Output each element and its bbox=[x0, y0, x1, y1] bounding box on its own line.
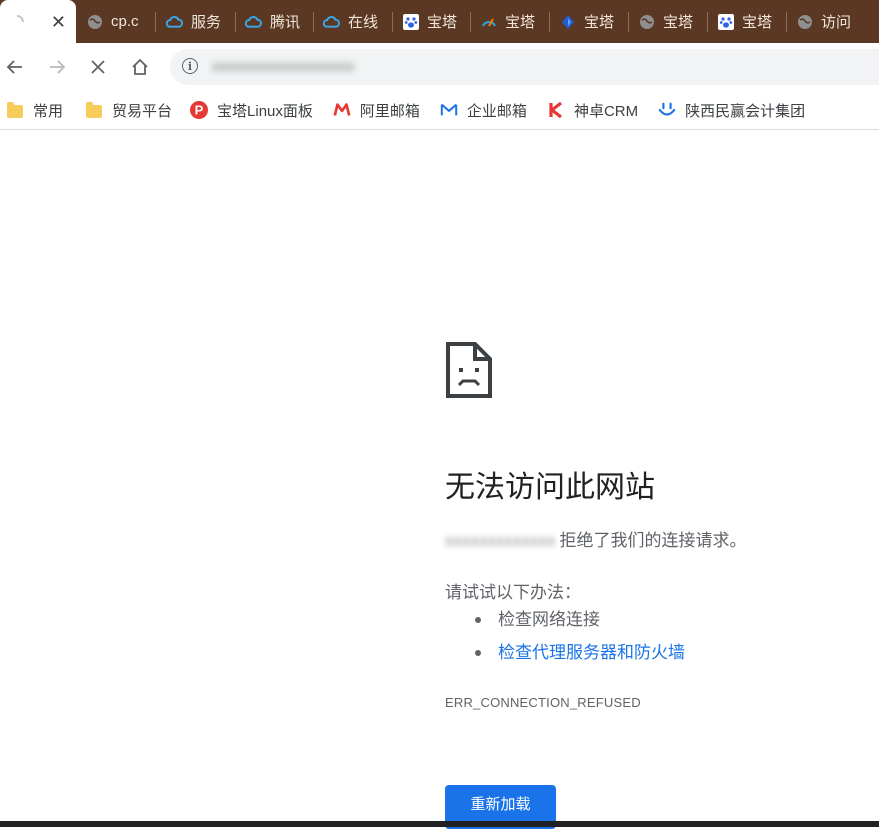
baidu-paw-icon bbox=[717, 13, 734, 30]
cloud-icon bbox=[166, 13, 183, 30]
address-url[interactable]: xxxxxxxxxxxxxxxxxxx bbox=[212, 57, 355, 77]
bt-panel-icon: P bbox=[190, 101, 209, 119]
bookmark-folder-trade[interactable]: 贸易平台 bbox=[77, 96, 180, 124]
arrow-left-icon bbox=[6, 60, 22, 74]
bookmark-crm[interactable]: 神卓CRM bbox=[539, 96, 646, 124]
bookmark-accounting-group[interactable]: 陕西民赢会计集团 bbox=[650, 96, 813, 124]
tab-baota-1[interactable]: 宝塔 bbox=[394, 0, 470, 43]
tab-title: 宝塔 bbox=[663, 14, 694, 31]
error-title: 无法访问此网站 bbox=[445, 471, 655, 504]
svg-text:P: P bbox=[195, 103, 204, 118]
address-bar[interactable]: i xxxxxxxxxxxxxxxxxxx bbox=[170, 49, 879, 85]
folder-icon bbox=[85, 101, 103, 119]
tab-title: 宝塔 bbox=[742, 14, 773, 31]
tab-title: 宝塔 bbox=[505, 14, 536, 31]
back-button[interactable] bbox=[0, 51, 30, 83]
tab-title: cp.c bbox=[111, 13, 139, 30]
window-bottom-edge bbox=[0, 821, 879, 827]
bookmark-enterprise-mail[interactable]: 企业邮箱 bbox=[432, 96, 535, 124]
error-message: xxxxxxxxxxxxx 拒绝了我们的连接请求。 bbox=[445, 526, 747, 551]
smile-icon bbox=[658, 101, 676, 119]
browser-toolbar: i xxxxxxxxxxxxxxxxxxx bbox=[0, 43, 879, 91]
loading-icon bbox=[8, 13, 25, 30]
bookmark-label: 神卓CRM bbox=[573, 102, 639, 120]
tab-baota-5[interactable]: 宝塔 bbox=[709, 0, 785, 43]
home-button[interactable] bbox=[125, 51, 155, 83]
sad-document-icon bbox=[445, 341, 493, 399]
tab-service[interactable]: 服务 bbox=[158, 0, 234, 43]
speedometer-icon bbox=[480, 13, 497, 30]
tab-title: 腾讯 bbox=[270, 14, 301, 31]
bookmark-label: 企业邮箱 bbox=[466, 102, 527, 120]
tab-title: 宝塔 bbox=[427, 14, 458, 31]
tab-tencent[interactable]: 腾讯 bbox=[237, 0, 313, 43]
baidu-paw-icon bbox=[402, 13, 419, 30]
bookmark-label: 宝塔Linux面板 bbox=[217, 102, 313, 120]
cloud-icon bbox=[245, 13, 262, 30]
cloud-icon bbox=[323, 13, 340, 30]
tab-cp[interactable]: cp.c bbox=[78, 0, 154, 43]
tab-online[interactable]: 在线 bbox=[315, 0, 391, 43]
home-icon bbox=[132, 58, 148, 75]
error-host: xxxxxxxxxxxxx bbox=[445, 531, 556, 550]
bookmark-label: 贸易平台 bbox=[112, 102, 173, 120]
bookmark-folder-common[interactable]: 常用 bbox=[0, 96, 71, 124]
tab-baota-4[interactable]: 宝塔 bbox=[630, 0, 706, 43]
bookmark-ali-mail[interactable]: 阿里邮箱 bbox=[325, 96, 428, 124]
close-icon[interactable]: ✕ bbox=[51, 13, 66, 31]
bookmark-label: 常用 bbox=[33, 102, 64, 120]
arrow-right-icon bbox=[50, 60, 66, 74]
tab-strip: ✕ cp.c 服务 腾讯 在线 宝塔 宝塔 宝塔 宝塔 宝塔 访问 bbox=[0, 0, 879, 43]
tab-title: 宝塔 bbox=[584, 14, 615, 31]
globe-icon bbox=[638, 13, 655, 30]
tab-baota-2[interactable]: 宝塔 bbox=[472, 0, 548, 43]
tab-title: 访问 bbox=[821, 14, 852, 31]
error-refused-text: 拒绝了我们的连接请求。 bbox=[559, 531, 747, 550]
tab-visit[interactable]: 访问 bbox=[788, 0, 879, 43]
forward-button[interactable] bbox=[42, 51, 72, 83]
ali-mail-icon bbox=[333, 101, 351, 119]
bookmark-label: 阿里邮箱 bbox=[359, 102, 420, 120]
tab-title: 在线 bbox=[348, 14, 379, 31]
tab-title: 服务 bbox=[191, 14, 222, 31]
suggestion-check-network: 检查网络连接 bbox=[475, 606, 685, 639]
bookmark-label: 陕西民赢会计集团 bbox=[685, 102, 806, 120]
globe-icon bbox=[86, 13, 103, 30]
tab-baota-3[interactable]: 宝塔 bbox=[551, 0, 627, 43]
bookmarks-bar: 常用 贸易平台 P 宝塔Linux面板 阿里邮箱 企业邮箱 神卓CRM 陕西民赢… bbox=[0, 91, 879, 130]
tab-active[interactable]: ✕ bbox=[0, 0, 76, 43]
suggestion-check-proxy-link[interactable]: 检查代理服务器和防火墙 bbox=[475, 639, 685, 672]
info-icon[interactable]: i bbox=[182, 58, 198, 74]
bookmark-bt-panel[interactable]: P 宝塔Linux面板 bbox=[182, 96, 321, 124]
close-icon bbox=[91, 60, 105, 74]
suggestions-list: 检查网络连接 检查代理服务器和防火墙 bbox=[475, 606, 685, 672]
error-code: ERR_CONNECTION_REFUSED bbox=[445, 695, 641, 710]
crm-k-icon bbox=[547, 101, 565, 119]
enterprise-mail-icon bbox=[440, 101, 458, 119]
stop-loading-button[interactable] bbox=[83, 51, 113, 83]
folder-icon bbox=[6, 101, 24, 119]
globe-icon bbox=[796, 13, 813, 30]
diamond-icon bbox=[559, 13, 576, 30]
suggestions-heading: 请试试以下办法： bbox=[445, 583, 581, 602]
